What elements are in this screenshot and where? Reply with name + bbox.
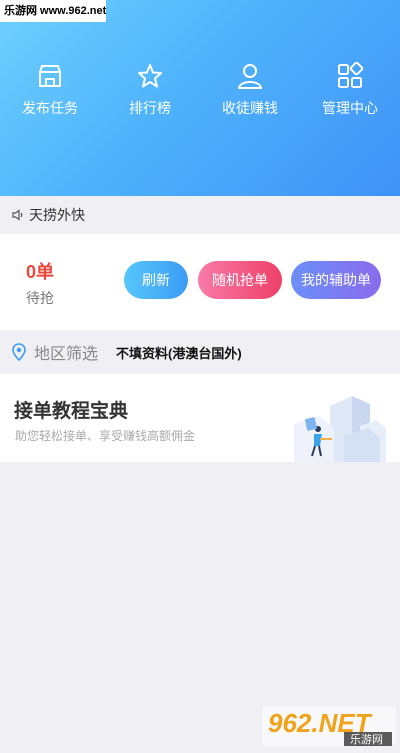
tutorial-title: 接单教程宝典 [14, 401, 129, 422]
region-label: 地区筛选 [34, 346, 99, 363]
tutorial-illustration [294, 396, 386, 462]
star-icon [138, 64, 162, 88]
random-grab-button[interactable]: 随机抢单 [198, 261, 282, 299]
nav-label: 收徒赚钱 [222, 100, 278, 116]
region-filter[interactable]: 地区筛选 不填资料(港澳台国外) [0, 330, 400, 374]
watermark-top: 乐游网 www.962.net [0, 0, 106, 22]
notice-bar[interactable]: 天捞外快 [0, 196, 400, 234]
nav-label: 管理中心 [322, 100, 378, 116]
nav-ranking[interactable]: 排行榜 [100, 62, 200, 122]
refresh-button[interactable]: 刷新 [124, 261, 188, 299]
nav-management-center[interactable]: 管理中心 [300, 62, 400, 122]
region-value[interactable]: 不填资料(港澳台国外) [116, 343, 242, 362]
shop-icon [39, 65, 61, 87]
top-nav: 发布任务 排行榜 收徒赚钱 管理中心 [0, 62, 400, 122]
tutorial-subtitle: 助您轻松接单、享受赚钱高额佣金 [15, 429, 196, 443]
nav-label: 排行榜 [129, 100, 171, 116]
notice-text: 天捞外快 [29, 207, 85, 223]
watermark-logo: 962.NET 乐游网 [262, 702, 396, 748]
watermark-logo-caption: 乐游网 [350, 733, 383, 746]
speaker-icon [12, 209, 23, 221]
user-icon [238, 64, 262, 89]
nav-label: 发布任务 [22, 100, 78, 116]
pending-count-label: 待抢 [26, 290, 54, 306]
nav-publish-task[interactable]: 发布任务 [0, 62, 100, 122]
pending-count: 0单 待抢 [20, 258, 60, 308]
orders-panel: 0单 待抢 刷新 随机抢单 我的辅助单 [0, 234, 400, 330]
pending-count-value: 0单 [25, 262, 54, 282]
my-orders-button[interactable]: 我的辅助单 [291, 261, 381, 299]
tutorial-card[interactable]: 接单教程宝典 助您轻松接单、享受赚钱高额佣金 [0, 374, 400, 462]
location-icon [12, 343, 26, 361]
nav-recruit-earn[interactable]: 收徒赚钱 [200, 62, 300, 122]
apps-icon [338, 62, 364, 88]
